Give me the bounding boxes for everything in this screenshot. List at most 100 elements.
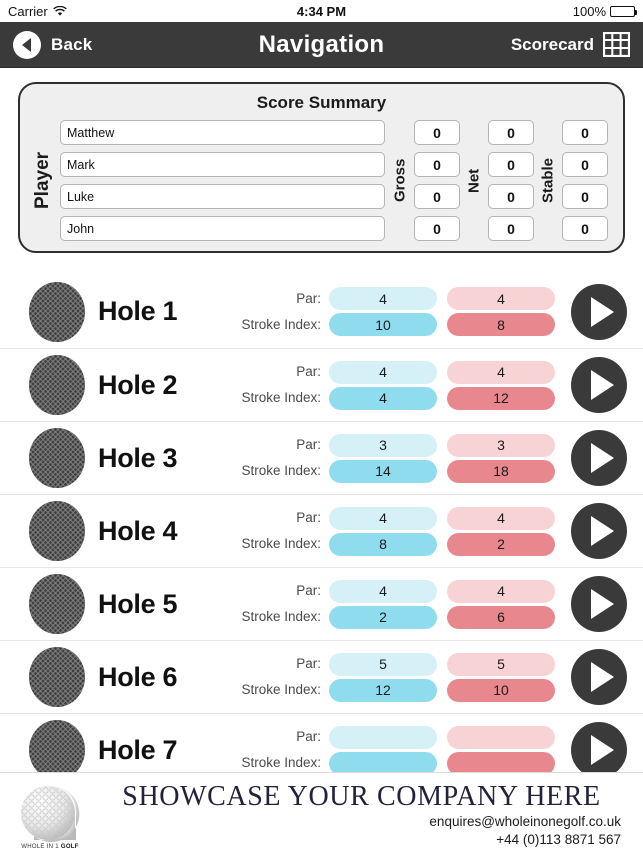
hole-row[interactable]: Hole 4 Par: Stroke Index: 4 8 4 2	[0, 494, 643, 567]
par-pill-blue[interactable]: 5	[329, 652, 437, 676]
stable-column-label: Stable	[539, 158, 557, 204]
stroke-index-pill-blue[interactable]: 4	[329, 386, 437, 410]
play-icon[interactable]	[571, 357, 627, 413]
golf-ball-icon	[28, 646, 86, 708]
par-pill-blue[interactable]: 4	[329, 579, 437, 603]
back-button-label: Back	[51, 34, 93, 54]
stable-score-box[interactable]: 0	[562, 216, 608, 241]
gross-score-box[interactable]: 0	[414, 184, 460, 209]
par-label: Par:	[296, 656, 321, 671]
back-button[interactable]: Back	[13, 30, 93, 59]
sponsor-banner: WHOLE IN 1 GOLF SHOWCASE YOUR COMPANY HE…	[0, 772, 643, 858]
net-score-box[interactable]: 0	[488, 184, 534, 209]
par-pill-blue[interactable]: 4	[329, 287, 437, 310]
par-pill-pink[interactable]: 4	[447, 579, 555, 603]
gross-column: 0 0 0 0	[409, 120, 465, 241]
carrier-label: Carrier	[8, 3, 48, 19]
sponsor-text: SHOWCASE YOUR COMPANY HERE enquires@whol…	[86, 781, 627, 850]
battery-percent-label: 100%	[572, 3, 606, 19]
golf-ball-icon	[28, 354, 86, 416]
pink-tee-column	[447, 725, 555, 775]
nav-bar: Back Navigation Scorecard	[0, 22, 643, 68]
player-name-input[interactable]: John	[60, 216, 385, 241]
back-arrow-icon	[13, 30, 41, 59]
pink-tee-column: 5 10	[447, 652, 555, 702]
par-label: Par:	[296, 583, 321, 598]
hole-stat-labels: Par: Stroke Index:	[241, 507, 321, 555]
blue-tee-column: 42	[329, 579, 437, 629]
play-icon[interactable]	[571, 722, 627, 778]
hole-row[interactable]: Hole 5 Par: Stroke Index: 4 2 4 6	[0, 567, 643, 640]
hole-name-label: Hole 6	[98, 661, 178, 692]
net-column-label: Net	[465, 168, 483, 193]
gross-score-box[interactable]: 0	[414, 216, 460, 241]
hole-stat-labels: Par: Stroke Index:	[241, 361, 321, 409]
stroke-index-label: Stroke Index:	[241, 755, 321, 770]
stroke-index-pill-blue[interactable]: 10	[329, 313, 437, 336]
gross-score-box[interactable]: 0	[414, 120, 460, 145]
sponsor-email[interactable]: enquires@wholeinonegolf.co.uk	[96, 813, 621, 831]
player-name-input[interactable]: Luke	[60, 184, 385, 209]
par-pill-blue[interactable]: 4	[329, 506, 437, 530]
hole-row[interactable]: Hole 3 Par: Stroke Index: 3 14 3 18	[0, 421, 643, 494]
net-score-box[interactable]: 0	[488, 120, 534, 145]
net-column: 0 0 0 0	[483, 120, 539, 241]
hole-stats: Par: Stroke Index:	[241, 722, 627, 778]
blue-tee-column	[329, 725, 437, 775]
pink-tee-column: 3 18	[447, 433, 555, 483]
par-pill-blue[interactable]: 4	[329, 360, 437, 384]
stroke-index-pill-blue[interactable]: 14	[329, 459, 437, 483]
par-pill-blue[interactable]	[329, 725, 437, 749]
net-score-box[interactable]: 0	[488, 152, 534, 177]
par-pill-pink[interactable]	[447, 725, 555, 749]
gross-column-label: Gross	[391, 158, 409, 203]
par-pill-pink[interactable]: 5	[447, 652, 555, 676]
par-label: Par:	[296, 290, 321, 306]
stroke-index-label: Stroke Index:	[241, 536, 321, 551]
stroke-index-pill-blue[interactable]: 12	[329, 678, 437, 702]
play-icon[interactable]	[571, 576, 627, 632]
stroke-index-pill-blue[interactable]: 8	[329, 532, 437, 556]
play-icon[interactable]	[571, 503, 627, 559]
stroke-index-pill-pink[interactable]: 18	[447, 459, 555, 483]
hole-stat-labels: Par: Stroke Index:	[241, 653, 321, 701]
stable-column: 0 0 0 0	[557, 120, 613, 241]
blue-tee-column: 4 10	[329, 287, 437, 336]
scorecard-button[interactable]: Scorecard	[511, 31, 631, 58]
stroke-index-pill-blue[interactable]: 2	[329, 605, 437, 629]
net-score-box[interactable]: 0	[488, 216, 534, 241]
hole-row[interactable]: Hole 1 Par: Stroke Index: 4 10 4 8	[0, 275, 643, 348]
stroke-index-pill-pink[interactable]: 8	[447, 313, 555, 336]
stable-score-box[interactable]: 0	[562, 152, 608, 177]
stroke-index-pill-pink[interactable]: 6	[447, 605, 555, 629]
hole-stat-labels: Par: Stroke Index:	[241, 726, 321, 774]
par-pill-pink[interactable]: 4	[447, 506, 555, 530]
sponsor-phone[interactable]: +44 (0)113 8871 567	[96, 831, 621, 849]
stable-score-box[interactable]: 0	[562, 184, 608, 209]
player-column-label: Player	[32, 151, 53, 210]
par-label: Par:	[296, 364, 321, 379]
hole-row[interactable]: Hole 6 Par: Stroke Index: 5 12 5 10	[0, 640, 643, 713]
pink-tee-column: 4 12	[447, 360, 555, 410]
par-label: Par:	[296, 510, 321, 525]
play-icon[interactable]	[571, 283, 627, 340]
par-pill-pink[interactable]: 4	[447, 287, 555, 310]
hole-row[interactable]: Hole 2 Par: Stroke Index: 4 4 4 12	[0, 348, 643, 421]
player-name-input[interactable]: Matthew	[60, 120, 385, 145]
par-pill-pink[interactable]: 3	[447, 433, 555, 457]
stable-score-box[interactable]: 0	[562, 120, 608, 145]
stroke-index-label: Stroke Index:	[241, 463, 321, 478]
play-icon[interactable]	[571, 430, 627, 486]
golf-ball-icon	[28, 500, 86, 562]
gross-score-box[interactable]: 0	[414, 152, 460, 177]
player-name-input[interactable]: Mark	[60, 152, 385, 177]
par-pill-pink[interactable]: 4	[447, 360, 555, 384]
pink-tee-column: 48	[447, 287, 555, 336]
stroke-index-pill-pink[interactable]: 12	[447, 386, 555, 410]
stroke-index-pill-pink[interactable]: 10	[447, 678, 555, 702]
par-pill-blue[interactable]: 3	[329, 433, 437, 457]
hole-stat-labels: Par: Stroke Index:	[241, 580, 321, 628]
stroke-index-pill-pink[interactable]: 2	[447, 532, 555, 556]
logo-caption-b: GOLF	[60, 843, 79, 850]
play-icon[interactable]	[571, 649, 627, 705]
